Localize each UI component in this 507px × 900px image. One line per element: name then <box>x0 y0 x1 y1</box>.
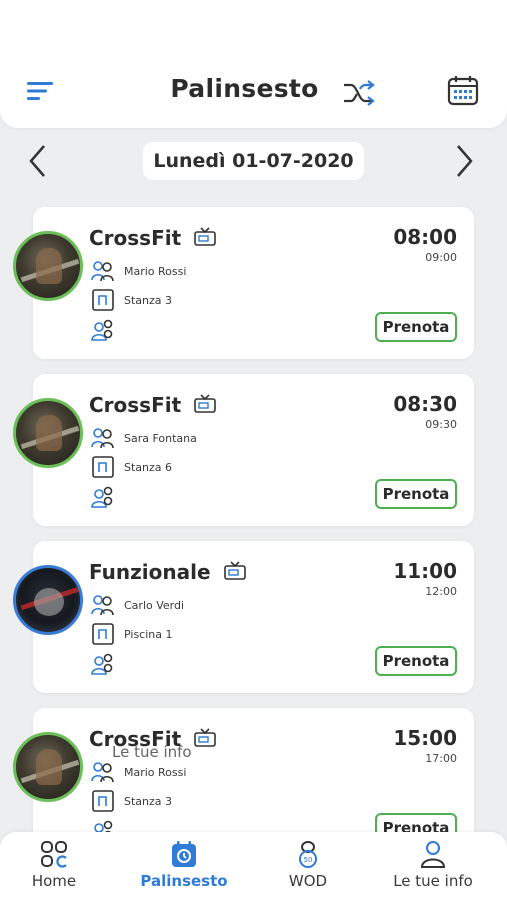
bottom-navigation: Home Palinsesto 50 WOD Le tue info <box>0 832 507 900</box>
page-title: Palinsesto <box>170 74 319 103</box>
end-time: 09:30 <box>425 418 457 431</box>
room-row: Stanza 6 <box>91 456 172 478</box>
class-card[interactable]: CrossFit 08:30 09:30 Sara Fontana Stanza… <box>13 374 474 526</box>
room-door-icon <box>92 289 114 311</box>
class-list: CrossFit 08:00 09:00 Mario Rossi Stanza … <box>0 200 507 832</box>
participants-icon <box>91 486 113 508</box>
start-time: 11:00 <box>393 559 457 583</box>
trainer-row: Mario Rossi <box>91 761 186 783</box>
book-button[interactable]: Prenota <box>375 479 457 509</box>
shuffle-icon[interactable] <box>342 78 376 108</box>
book-button[interactable]: Prenota <box>375 813 457 832</box>
tv-icon <box>194 394 216 413</box>
trainer-row: Carlo Verdi <box>91 594 184 616</box>
participants-icon <box>94 820 113 832</box>
book-button[interactable]: Prenota <box>375 646 457 676</box>
end-time: 09:00 <box>425 251 457 264</box>
participants-row <box>91 486 124 508</box>
end-time: 17:00 <box>425 752 457 765</box>
book-button[interactable]: Prenota <box>375 312 457 342</box>
class-name-text: Funzionale <box>89 560 211 584</box>
room-row: Stanza 3 <box>91 790 172 812</box>
class-name-text: CrossFit <box>89 226 182 250</box>
nav-label-wod: WOD <box>288 872 328 890</box>
class-avatar <box>13 398 83 468</box>
next-day-arrow-icon[interactable] <box>452 143 476 179</box>
class-card[interactable]: CrossFit 15:00 17:00 Mario Rossi Stanza … <box>13 708 474 832</box>
participants-row <box>91 319 124 341</box>
svg-text:50: 50 <box>304 856 313 864</box>
participants-row <box>91 820 124 832</box>
class-name: Funzionale <box>89 560 246 584</box>
room-door-icon <box>92 456 114 478</box>
app-header: Palinsesto <box>0 0 507 128</box>
end-time: 12:00 <box>425 585 457 598</box>
nav-item-profile[interactable]: Le tue info <box>373 840 493 890</box>
trainer-icon <box>91 762 114 783</box>
room-name: Piscina 1 <box>124 627 173 641</box>
tv-icon <box>194 227 216 246</box>
tv-icon <box>223 561 246 580</box>
trainer-icon <box>91 595 114 616</box>
start-time: 08:00 <box>393 225 457 249</box>
room-name: Stanza 3 <box>124 794 173 808</box>
room-name: Stanza 6 <box>124 460 173 474</box>
room-row: Piscina 1 <box>91 623 173 645</box>
class-card[interactable]: Funzionale 11:00 12:00 Carlo Verdi Pisci… <box>13 541 474 693</box>
class-avatar <box>13 231 83 301</box>
participants-icon <box>91 319 113 341</box>
class-avatar <box>13 732 83 802</box>
nav-item-palinsesto[interactable]: Palinsesto <box>124 840 244 890</box>
class-card[interactable]: CrossFit 08:00 09:00 Mario Rossi Stanza … <box>13 207 474 359</box>
room-row: Stanza 3 <box>91 289 172 311</box>
previous-day-arrow-icon[interactable] <box>26 143 50 179</box>
trainer-icon <box>91 261 114 282</box>
room-door-icon <box>92 623 114 645</box>
trainer-row: Mario Rossi <box>91 260 186 282</box>
trainer-name: Mario Rossi <box>124 765 187 779</box>
trainer-name: Sara Fontana <box>124 431 197 445</box>
schedule-clock-icon <box>172 841 196 867</box>
class-name: CrossFit <box>89 226 216 250</box>
start-time: 08:30 <box>393 392 457 416</box>
current-date[interactable]: Lunedì 01-07-2020 <box>143 142 364 180</box>
trainer-name: Carlo Verdi <box>124 598 185 612</box>
tv-icon <box>194 728 216 747</box>
home-grid-icon <box>41 841 67 868</box>
start-time: 15:00 <box>393 726 457 750</box>
room-door-icon <box>92 790 114 812</box>
trainer-icon <box>91 428 114 449</box>
participants-icon <box>91 653 113 675</box>
class-name: CrossFit <box>89 393 216 417</box>
participants-row <box>91 653 124 675</box>
date-selector: Lunedì 01-07-2020 <box>0 140 507 182</box>
room-name: Stanza 3 <box>124 293 173 307</box>
wod-stopwatch-icon: 50 <box>299 841 317 868</box>
nav-label-palinsesto: Palinsesto <box>140 872 228 890</box>
nav-item-home[interactable]: Home <box>0 840 114 890</box>
class-name-text: CrossFit <box>89 393 182 417</box>
floating-tooltip-label: Le tue info <box>112 743 192 761</box>
nav-label-home: Home <box>31 872 77 890</box>
nav-item-wod[interactable]: 50 WOD <box>248 840 368 890</box>
user-icon <box>420 841 446 868</box>
calendar-icon[interactable] <box>447 75 479 106</box>
class-avatar <box>13 565 83 635</box>
nav-label-profile: Le tue info <box>393 872 473 890</box>
trainer-name: Mario Rossi <box>124 264 187 278</box>
trainer-row: Sara Fontana <box>91 427 197 449</box>
